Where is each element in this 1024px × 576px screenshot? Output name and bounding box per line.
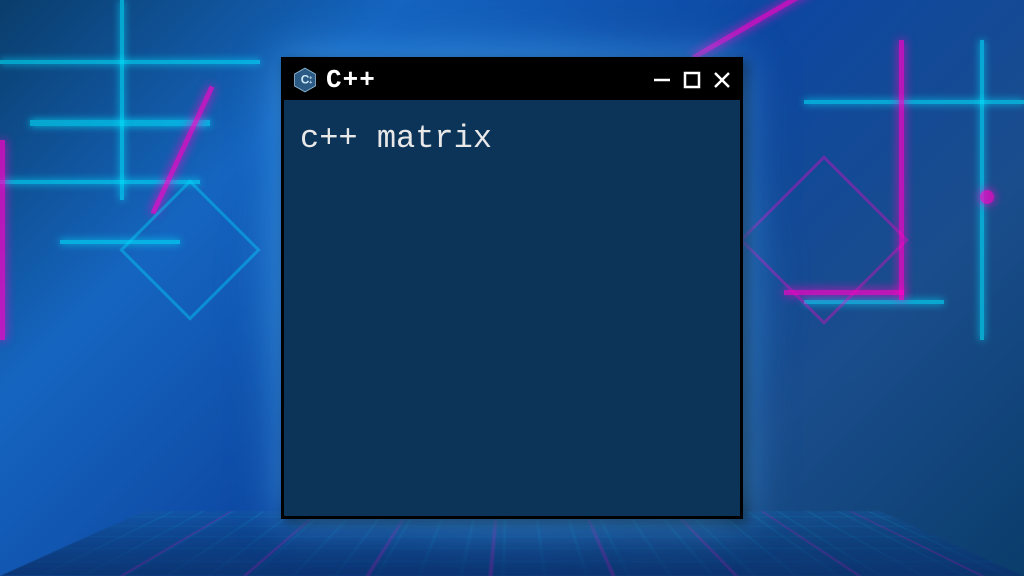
- close-icon: [712, 70, 732, 90]
- window-title: C++: [326, 65, 644, 95]
- cpp-logo-icon: C + +: [292, 67, 318, 93]
- terminal-line: c++ matrix: [300, 118, 724, 160]
- svg-text:+: +: [309, 80, 312, 86]
- maximize-icon: [682, 70, 702, 90]
- minimize-button[interactable]: [652, 70, 672, 90]
- window-controls: [652, 70, 732, 90]
- terminal-window: C + + C++ c++ matrix: [281, 57, 743, 519]
- maximize-button[interactable]: [682, 70, 702, 90]
- minimize-icon: [652, 70, 672, 90]
- svg-text:C: C: [301, 73, 310, 87]
- terminal-content[interactable]: c++ matrix: [284, 100, 740, 516]
- close-button[interactable]: [712, 70, 732, 90]
- titlebar[interactable]: C + + C++: [284, 60, 740, 100]
